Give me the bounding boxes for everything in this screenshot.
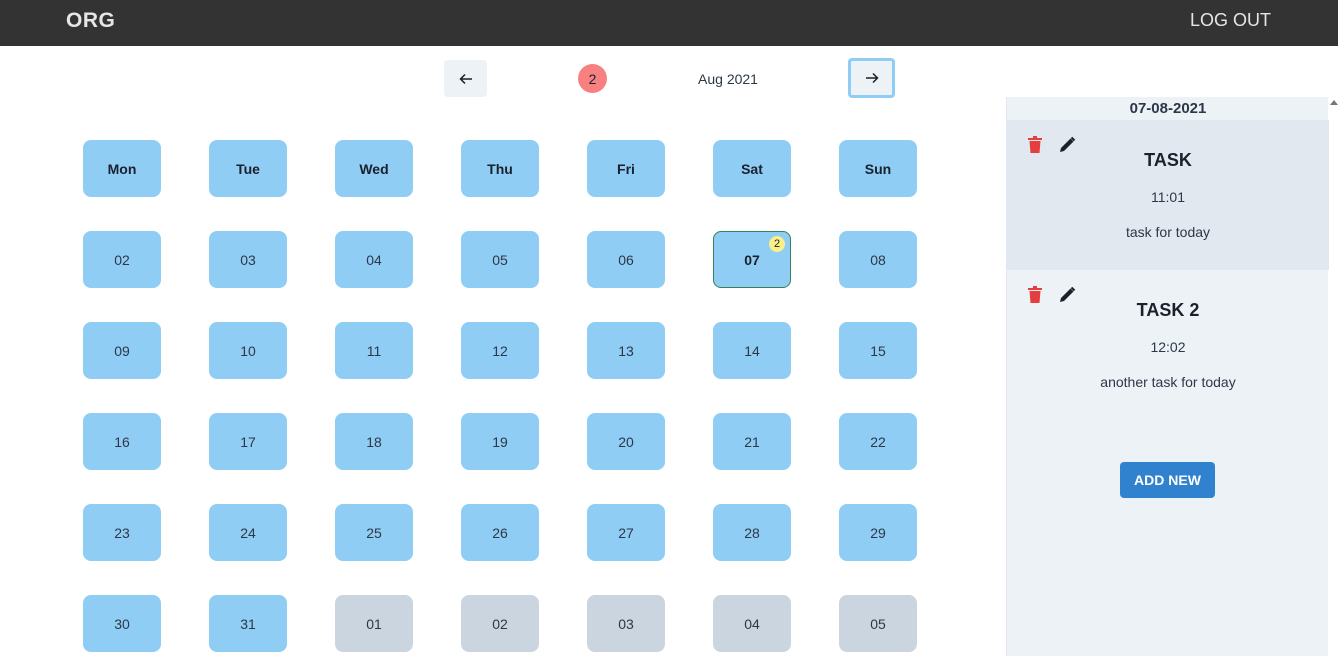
calendar-day[interactable]: 23 xyxy=(83,504,161,561)
calendar-day[interactable]: 05 xyxy=(461,231,539,288)
calendar-day[interactable]: 01 xyxy=(335,595,413,652)
task-time: 11:01 xyxy=(1151,189,1185,205)
weekday-header: Mon xyxy=(83,140,161,197)
weekday-header: Thu xyxy=(461,140,539,197)
calendar-day[interactable]: 04 xyxy=(713,595,791,652)
day-number: 02 xyxy=(492,615,508,632)
calendar-day[interactable]: 28 xyxy=(713,504,791,561)
day-number: 17 xyxy=(240,433,256,450)
day-number: 01 xyxy=(366,615,382,632)
weekday-header: Fri xyxy=(587,140,665,197)
calendar-day[interactable]: 24 xyxy=(209,504,287,561)
day-number: 14 xyxy=(744,342,760,359)
calendar-day[interactable]: 25 xyxy=(335,504,413,561)
day-number: 30 xyxy=(114,615,130,632)
weekday-header: Sat xyxy=(713,140,791,197)
day-number: 28 xyxy=(744,524,760,541)
day-number: 04 xyxy=(744,615,760,632)
calendar-day-selected[interactable]: 07 2 xyxy=(713,231,791,288)
top-navbar: ORG LOG OUT xyxy=(0,0,1338,46)
day-number: 22 xyxy=(870,433,886,450)
day-number: 08 xyxy=(870,251,886,268)
day-number: 19 xyxy=(492,433,508,450)
calendar-day[interactable]: 11 xyxy=(335,322,413,379)
calendar-day[interactable]: 02 xyxy=(83,231,161,288)
calendar-day[interactable]: 10 xyxy=(209,322,287,379)
day-number: 06 xyxy=(618,251,634,268)
calendar-day[interactable]: 09 xyxy=(83,322,161,379)
task-card: TASK 2 12:02 another task for today xyxy=(1007,270,1329,420)
calendar-day[interactable]: 12 xyxy=(461,322,539,379)
day-number: 09 xyxy=(114,342,130,359)
next-month-button[interactable] xyxy=(848,58,895,98)
day-number: 15 xyxy=(870,342,886,359)
calendar-day[interactable]: 29 xyxy=(839,504,917,561)
task-time: 12:02 xyxy=(1150,339,1186,355)
calendar-day[interactable]: 03 xyxy=(209,231,287,288)
calendar-day[interactable]: 13 xyxy=(587,322,665,379)
add-new-button[interactable]: ADD NEW xyxy=(1120,462,1215,498)
task-description: another task for today xyxy=(1100,374,1236,390)
day-number: 27 xyxy=(618,524,634,541)
day-number: 04 xyxy=(366,251,382,268)
calendar-day[interactable]: 02 xyxy=(461,595,539,652)
day-number: 23 xyxy=(114,524,130,541)
day-number: 03 xyxy=(618,615,634,632)
day-task-badge: 2 xyxy=(769,236,785,252)
panel-date: 07-08-2021 xyxy=(1129,100,1207,117)
calendar-day[interactable]: 22 xyxy=(839,413,917,470)
day-detail-panel: 07-08-2021 TASK 11:01 task for today TASK 2… xyxy=(1006,97,1329,656)
day-number: 02 xyxy=(114,251,130,268)
day-number: 26 xyxy=(492,524,508,541)
month-label: Aug 2021 xyxy=(698,71,758,87)
calendar-day[interactable]: 19 xyxy=(461,413,539,470)
day-number: 31 xyxy=(240,615,256,632)
weekday-header: Tue xyxy=(209,140,287,197)
task-count-badge: 2 xyxy=(578,64,607,93)
day-number: 13 xyxy=(618,342,634,359)
brand-logo[interactable]: ORG xyxy=(66,9,115,33)
calendar-day[interactable]: 30 xyxy=(83,595,161,652)
day-number: 05 xyxy=(492,251,508,268)
day-number: 07 xyxy=(744,251,760,268)
day-number: 03 xyxy=(240,251,256,268)
day-number: 11 xyxy=(366,342,382,359)
calendar-day[interactable]: 31 xyxy=(209,595,287,652)
day-number: 10 xyxy=(240,342,256,359)
calendar-day[interactable]: 21 xyxy=(713,413,791,470)
day-number: 24 xyxy=(240,524,256,541)
day-number: 20 xyxy=(618,433,634,450)
day-number: 21 xyxy=(744,433,760,450)
task-title: TASK 2 xyxy=(1136,300,1200,320)
calendar-day[interactable]: 04 xyxy=(335,231,413,288)
calendar-day[interactable]: 05 xyxy=(839,595,917,652)
calendar-day[interactable]: 27 xyxy=(587,504,665,561)
day-number: 25 xyxy=(366,524,382,541)
task-card: TASK 11:01 task for today xyxy=(1007,120,1329,270)
calendar-day[interactable]: 08 xyxy=(839,231,917,288)
arrow-right-icon xyxy=(865,72,879,84)
weekday-header: Wed xyxy=(335,140,413,197)
day-number: 16 xyxy=(114,433,130,450)
day-number: 12 xyxy=(492,342,508,359)
day-number: 05 xyxy=(870,615,886,632)
calendar-day[interactable]: 18 xyxy=(335,413,413,470)
calendar-day[interactable]: 03 xyxy=(587,595,665,652)
arrow-left-icon xyxy=(458,73,472,84)
prev-month-button[interactable] xyxy=(444,60,487,97)
scroll-up-arrow[interactable] xyxy=(1330,100,1338,105)
calendar-day[interactable]: 20 xyxy=(587,413,665,470)
calendar-day[interactable]: 06 xyxy=(587,231,665,288)
task-title: TASK xyxy=(1144,150,1192,170)
calendar-day[interactable]: 16 xyxy=(83,413,161,470)
calendar-day[interactable]: 14 xyxy=(713,322,791,379)
calendar-day[interactable]: 15 xyxy=(839,322,917,379)
weekday-header: Sun xyxy=(839,140,917,197)
task-description: task for today xyxy=(1125,224,1211,240)
day-number: 29 xyxy=(870,524,886,541)
calendar-day[interactable]: 26 xyxy=(461,504,539,561)
logout-button[interactable]: LOG OUT xyxy=(1190,10,1271,31)
day-number: 18 xyxy=(366,433,382,450)
calendar-day[interactable]: 17 xyxy=(209,413,287,470)
